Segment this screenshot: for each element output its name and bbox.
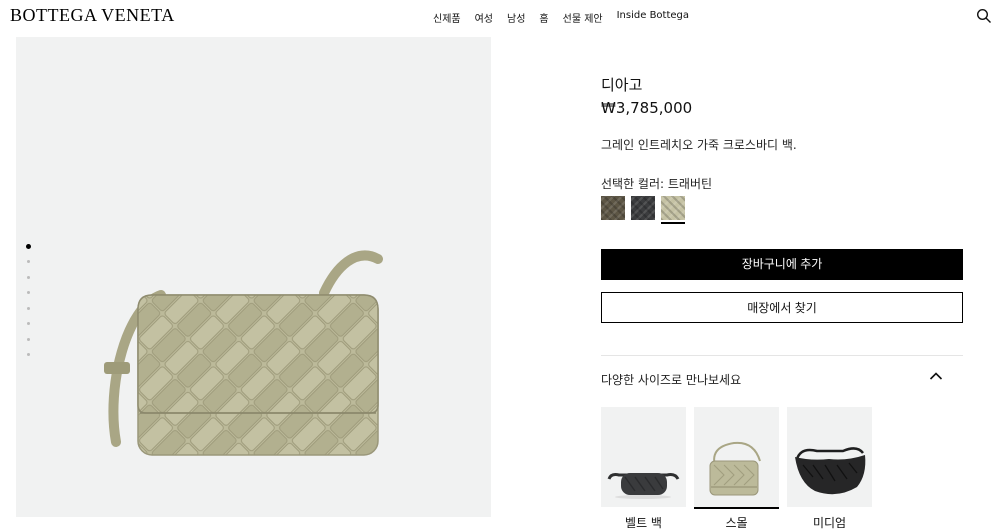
size-thumbnail (694, 407, 779, 507)
search-icon[interactable] (976, 8, 992, 24)
size-option-medium[interactable]: 미디엄 (787, 407, 872, 530)
product-image (104, 250, 383, 456)
size-option-small[interactable]: 스몰 (694, 407, 779, 530)
belt-bag-image (607, 473, 680, 499)
gallery-dot[interactable] (27, 353, 30, 356)
size-thumbnail (787, 407, 872, 507)
size-label: 벨트 백 (625, 516, 662, 530)
nav-item-home[interactable]: 홈 (539, 10, 548, 25)
gallery-pagination (26, 244, 32, 369)
gallery-dot[interactable] (26, 244, 31, 249)
nav-item-men[interactable]: 남성 (507, 10, 525, 25)
nav-item-new[interactable]: 신제품 (433, 10, 461, 25)
size-label: 스몰 (725, 516, 748, 530)
selected-color-label: 선택한 컬러: 트래버틴 (601, 177, 713, 191)
gallery-dot[interactable] (27, 337, 30, 341)
gallery-dot[interactable] (27, 306, 30, 310)
color-swatch-dark-olive[interactable] (601, 196, 625, 220)
size-thumbnail (601, 407, 686, 507)
divider (601, 355, 963, 356)
main-nav: 신제품 여성 남성 홈 선물 제안 Inside Bottega (433, 10, 703, 25)
color-swatch-travertine[interactable] (661, 196, 685, 224)
find-in-store-button[interactable]: 매장에서 찾기 (601, 292, 963, 323)
size-option-belt-bag[interactable]: 벨트 백 (601, 407, 686, 530)
product-description: 그레인 인트레치오 가죽 크로스바디 백. (601, 138, 797, 152)
color-swatch-charcoal[interactable] (631, 196, 655, 220)
nav-item-inside-bottega[interactable]: Inside Bottega (617, 10, 689, 25)
nav-item-gifts[interactable]: 선물 제안 (563, 10, 603, 25)
add-to-cart-button[interactable]: 장바구니에 추가 (601, 249, 963, 280)
small-bag-image (709, 441, 761, 496)
product-gallery[interactable] (16, 37, 491, 517)
gallery-dot[interactable] (27, 275, 30, 279)
brand-logo[interactable]: BOTTEGA VENETA (10, 5, 175, 26)
gallery-dot[interactable] (27, 291, 30, 294)
size-options: 벨트 백 스몰 미디엄 (601, 407, 872, 530)
site-header: BOTTEGA VENETA 신제품 여성 남성 홈 선물 제안 Inside … (0, 0, 1000, 34)
medium-bag-image (795, 447, 866, 495)
nav-item-women[interactable]: 여성 (475, 10, 493, 25)
product-price: ₩3,785,000 (601, 99, 693, 117)
sizes-title: 다양한 사이즈로 만나보세요 (601, 373, 742, 387)
sizes-accordion-header[interactable]: 다양한 사이즈로 만나보세요 (601, 364, 963, 392)
product-name: 디아고 (601, 76, 643, 94)
gallery-dot[interactable] (27, 322, 30, 325)
chevron-up-icon (929, 372, 943, 380)
color-swatches (601, 196, 685, 224)
gallery-dot[interactable] (27, 260, 30, 263)
size-label: 미디엄 (812, 516, 847, 530)
